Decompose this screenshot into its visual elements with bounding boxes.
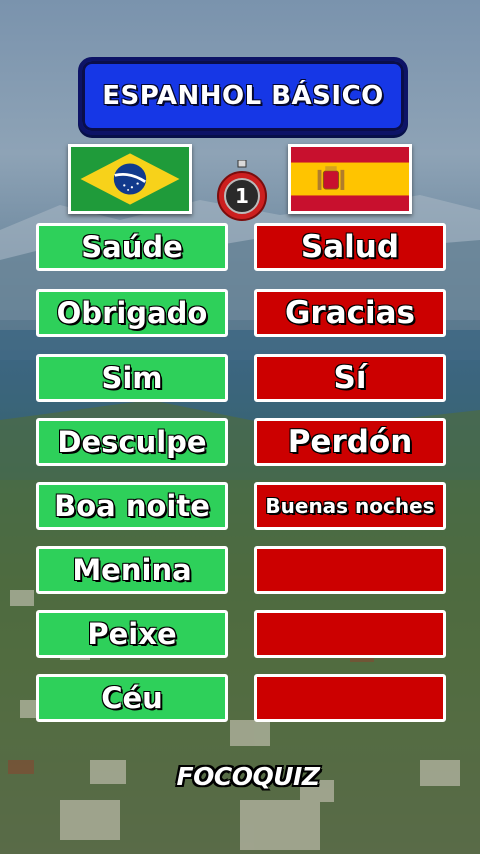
- spanish-word-6-hidden: [254, 546, 446, 594]
- portuguese-word-2: Obrigado: [36, 289, 228, 337]
- portuguese-word-6: Menina: [36, 546, 228, 594]
- portuguese-word-8: Céu: [36, 674, 228, 722]
- portuguese-word-1: Saúde: [36, 223, 228, 271]
- spanish-word-1: Salud: [254, 223, 446, 271]
- spanish-word-8-hidden: [254, 674, 446, 722]
- spanish-word-4: Perdón: [254, 418, 446, 466]
- brazil-flag-icon: [68, 144, 192, 214]
- focoquiz-logo: FOCOQUIZ: [176, 761, 320, 791]
- spanish-word-3: Sí: [254, 354, 446, 402]
- spain-flag-icon: [288, 144, 412, 214]
- stopwatch-icon: 1: [217, 160, 267, 221]
- spanish-word-2: Gracias: [254, 289, 446, 337]
- portuguese-word-7: Peixe: [36, 610, 228, 658]
- portuguese-word-4: Desculpe: [36, 418, 228, 466]
- timer-value: 1: [235, 184, 249, 208]
- title-banner: ESPANHOL BÁSICO: [78, 57, 408, 135]
- title-text: ESPANHOL BÁSICO: [102, 81, 384, 111]
- portuguese-word-3: Sim: [36, 354, 228, 402]
- portuguese-word-5: Boa noite: [36, 482, 228, 530]
- spanish-word-5: Buenas noches: [254, 482, 446, 530]
- spanish-word-7-hidden: [254, 610, 446, 658]
